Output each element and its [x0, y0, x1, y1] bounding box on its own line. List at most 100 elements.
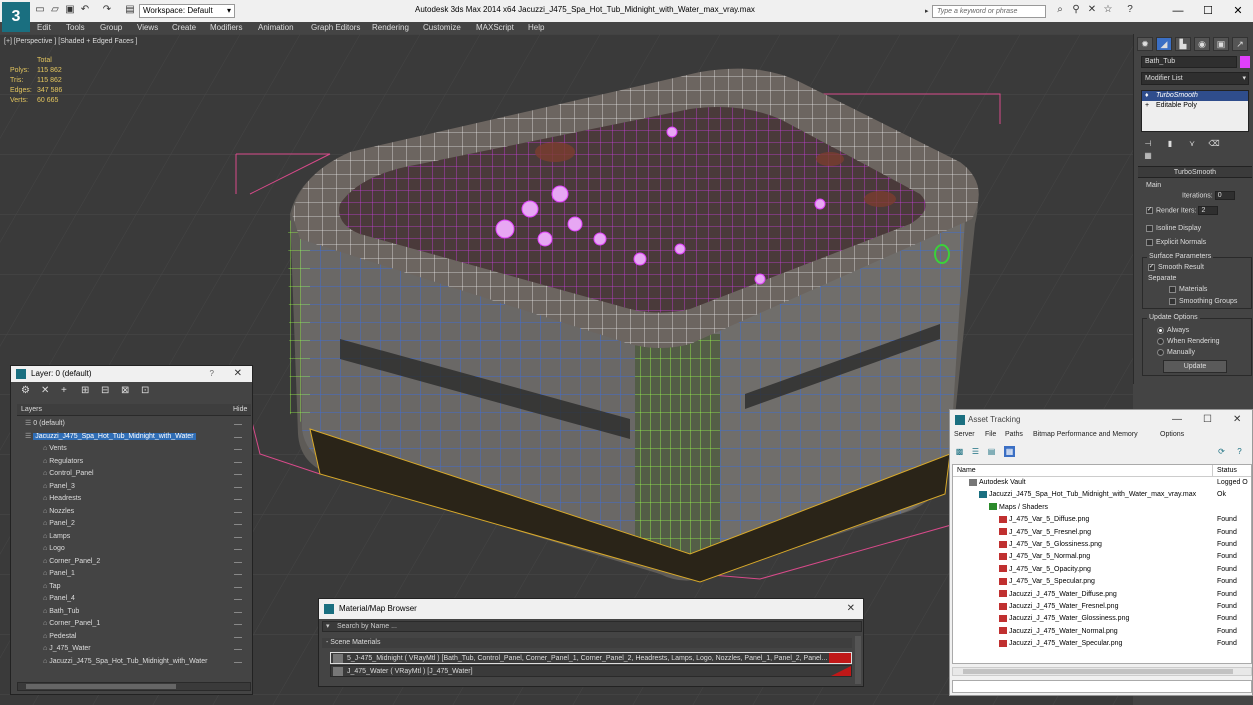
horizontal-scrollbar[interactable]	[17, 682, 251, 691]
menu-file[interactable]: File	[985, 431, 996, 438]
redo-icon[interactable]: ↷	[101, 4, 113, 16]
isoline-checkbox[interactable]	[1146, 224, 1153, 232]
tree-view-icon[interactable]: ▤	[986, 446, 997, 457]
menu-group[interactable]: Group	[100, 23, 122, 32]
hide-toggle[interactable]	[234, 586, 242, 588]
help-icon[interactable]: ?	[1124, 4, 1136, 16]
pin-stack-icon[interactable]: ⊣	[1141, 138, 1155, 150]
help-icon[interactable]: ?	[1234, 446, 1245, 457]
layer-object-row[interactable]: ⌂ Headrests	[17, 493, 251, 506]
asset-tracking-title-bar[interactable]: Asset Tracking — ☐ ✕	[950, 410, 1252, 430]
menu-paths[interactable]: Paths	[1005, 431, 1023, 438]
menu-tools[interactable]: Tools	[66, 23, 85, 32]
explicit-normals-checkbox[interactable]	[1146, 238, 1153, 246]
open-icon[interactable]: ▱	[49, 4, 61, 16]
scene-materials-section[interactable]: - Scene Materials	[322, 638, 852, 648]
layer-object-row[interactable]: ⌂ Jacuzzi_J475_Spa_Hot_Tub_Midnight_with_…	[17, 656, 251, 669]
hide-toggle[interactable]	[234, 449, 242, 450]
binoculars-icon[interactable]: ⌕	[1054, 4, 1066, 16]
when-rendering-radio[interactable]	[1157, 337, 1164, 345]
menu-graph-editors[interactable]: Graph Editors	[311, 23, 360, 32]
menu-maxscript[interactable]: MAXScript	[476, 23, 514, 32]
menu-bitmap-performance[interactable]: Bitmap Performance and Memory	[1033, 431, 1138, 438]
layer-object-row[interactable]: ⌂ Panel_1	[17, 568, 251, 581]
vault-icon[interactable]: ▩	[954, 446, 965, 457]
hide-toggle[interactable]	[234, 436, 242, 438]
hide-toggle[interactable]	[234, 574, 242, 575]
manually-radio[interactable]	[1157, 348, 1164, 356]
minimize-button[interactable]: —	[1172, 410, 1182, 430]
horizontal-scrollbar[interactable]	[952, 667, 1252, 676]
hide-toggle[interactable]	[234, 486, 242, 488]
layer-object-row[interactable]: ⌂ Vents	[17, 443, 251, 456]
hide-toggle[interactable]	[234, 474, 242, 475]
asset-row[interactable]: Jacuzzi_J_475_Water_Diffuse.png Found	[953, 589, 1251, 601]
material-row[interactable]: J_475_Water ( VRayMtl ) [J_475_Water]	[330, 665, 852, 677]
layer-row[interactable]: ☰ 0 (default)	[17, 418, 251, 431]
motion-tab-icon[interactable]: ◉	[1194, 37, 1210, 51]
name-column-header[interactable]: Name	[957, 465, 976, 477]
render-iters-checkbox[interactable]: ✓	[1146, 207, 1153, 214]
hide-toggle[interactable]	[234, 536, 242, 538]
hide-toggle[interactable]	[234, 649, 242, 650]
modify-tab-icon[interactable]: ◢	[1156, 37, 1172, 51]
add-selection-icon[interactable]: ⊞	[81, 385, 89, 396]
project-icon[interactable]: ▤	[124, 4, 136, 16]
hide-column-header[interactable]: Hide	[233, 404, 247, 416]
always-radio[interactable]	[1157, 326, 1164, 334]
scrollbar-thumb[interactable]	[963, 669, 1233, 674]
close-icon[interactable]: ✕	[234, 366, 242, 382]
status-column-header[interactable]: Status	[1217, 465, 1237, 477]
asset-path-field[interactable]	[952, 680, 1252, 693]
layer-settings-icon[interactable]: ⚙	[21, 385, 30, 396]
app-logo-icon[interactable]: 3	[2, 2, 30, 32]
asset-row[interactable]: J_475_Var_5_Specular.png Found	[953, 576, 1251, 588]
asset-row[interactable]: J_475_Var_5_Normal.png Found	[953, 551, 1251, 563]
remove-modifier-icon[interactable]: ⌫	[1207, 138, 1221, 150]
menu-help[interactable]: Help	[528, 23, 544, 32]
save-icon[interactable]: ▣	[64, 4, 76, 16]
render-iters-spinner[interactable]: 2	[1198, 206, 1219, 215]
material-row[interactable]: 5_J-475_Midnight ( VRayMtl ) [Bath_Tub, …	[330, 652, 852, 664]
menu-customize[interactable]: Customize	[423, 23, 461, 32]
modifier-list-dropdown[interactable]: Modifier List ▾	[1141, 72, 1249, 85]
hide-toggle[interactable]	[234, 499, 242, 500]
close-icon[interactable]: ✕	[847, 599, 855, 619]
search-input[interactable]: ▸ Type a keyword or phrase	[925, 5, 1046, 18]
layer-object-row[interactable]: ⌂ Control_Panel	[17, 468, 251, 481]
hide-toggle[interactable]	[234, 549, 242, 550]
layer-object-row[interactable]: ⌂ Pedestal	[17, 631, 251, 644]
undo-icon[interactable]: ↶	[79, 4, 91, 16]
layer-object-row[interactable]: ⌂ Regulators	[17, 456, 251, 469]
hide-toggle[interactable]	[234, 599, 242, 600]
menu-options[interactable]: Options	[1160, 431, 1184, 438]
layer-object-row[interactable]: ⌂ Panel_3	[17, 481, 251, 494]
asset-row[interactable]: Jacuzzi_J_475_Water_Specular.png Found	[953, 638, 1251, 650]
hide-toggle[interactable]	[234, 561, 242, 563]
hide-toggle[interactable]	[234, 524, 242, 525]
maximize-button[interactable]: ☐	[1203, 410, 1212, 430]
close-button[interactable]: ✕	[1233, 410, 1241, 430]
hierarchy-tab-icon[interactable]: ▙	[1175, 37, 1191, 51]
smooth-result-checkbox[interactable]: ✓	[1148, 263, 1155, 271]
select-objects-icon[interactable]: ⊟	[101, 385, 109, 396]
smoothing-groups-checkbox[interactable]	[1169, 297, 1176, 305]
create-tab-icon[interactable]: ✹	[1137, 37, 1153, 51]
layer-object-row[interactable]: ⌂ Nozzles	[17, 506, 251, 519]
layer-object-row[interactable]: ⌂ Corner_Panel_2	[17, 556, 251, 569]
asset-row[interactable]: J_475_Var_5_Fresnel.png Found	[953, 527, 1251, 539]
list-view-icon[interactable]: ☰	[970, 446, 981, 457]
lightbulb-icon[interactable]: ♦	[1145, 91, 1149, 101]
minimize-button[interactable]: —	[1166, 3, 1190, 19]
expand-icon[interactable]: +	[1145, 101, 1149, 111]
hide-toggle[interactable]	[234, 424, 242, 425]
layer-object-row[interactable]: ⌂ Lamps	[17, 531, 251, 544]
new-icon[interactable]: ▭	[34, 4, 46, 16]
asset-row[interactable]: J_475_Var_5_Diffuse.png Found	[953, 514, 1251, 526]
asset-row[interactable]: Autodesk Vault Logged O	[953, 477, 1251, 489]
star-icon[interactable]: ☆	[1102, 4, 1114, 16]
utilities-tab-icon[interactable]: ↗	[1232, 37, 1248, 51]
make-unique-icon[interactable]: ⋎	[1185, 138, 1199, 150]
object-color-swatch[interactable]	[1240, 56, 1250, 68]
menu-edit[interactable]: Edit	[37, 23, 51, 32]
